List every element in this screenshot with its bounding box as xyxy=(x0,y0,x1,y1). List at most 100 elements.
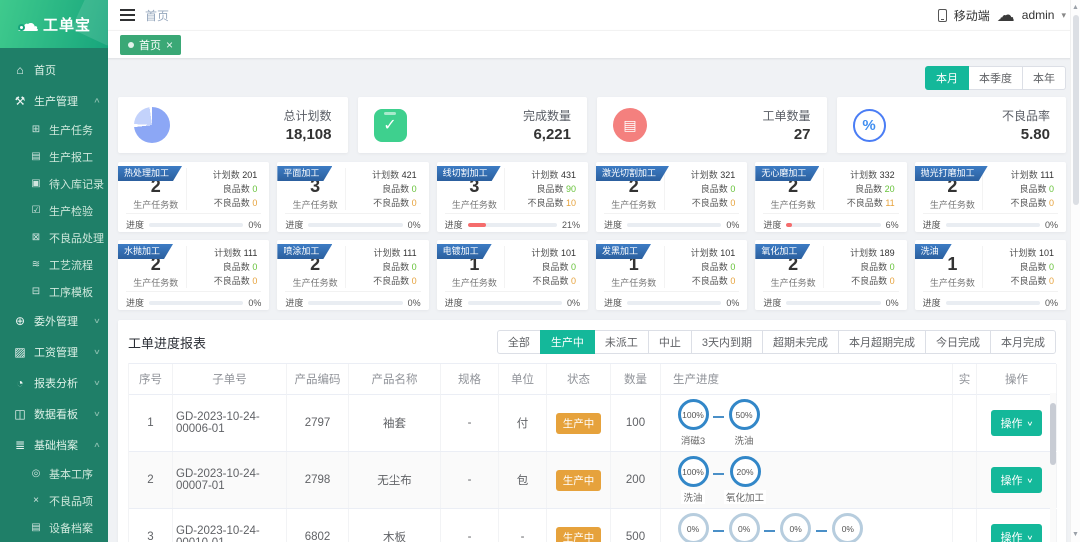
process-stat-line: 不良品数 0 xyxy=(665,275,736,289)
stat-line-label: 计划数 xyxy=(531,170,558,180)
progress-bar xyxy=(786,301,880,305)
sidebar-item-11[interactable]: ◔报表分析∨ xyxy=(0,367,108,398)
page-scrollbar[interactable]: ▲ ▼ xyxy=(1070,0,1080,542)
sidebar-item-1[interactable]: ⚒生产管理∧ xyxy=(0,85,108,116)
scroll-up-icon[interactable]: ▲ xyxy=(1072,0,1079,15)
cell-product_name: 木板 xyxy=(349,509,441,542)
process-stat-line: 良品数 0 xyxy=(665,183,736,197)
stat-line-value: 0 xyxy=(252,262,257,272)
period-button-2[interactable]: 本年 xyxy=(1022,66,1066,90)
filter-button-8[interactable]: 本月完成 xyxy=(990,330,1056,354)
cell-text: 2797 xyxy=(305,417,331,429)
step-label: 洗油 xyxy=(732,433,755,447)
tab-label: 首页 xyxy=(139,37,161,53)
sidebar-item-label: 设备档案 xyxy=(49,520,93,536)
cell-action: 操作∨ xyxy=(977,509,1057,542)
period-button-1[interactable]: 本季度 xyxy=(968,66,1023,90)
progress-label: 进度 xyxy=(126,218,144,231)
step-progress-circle: 0% xyxy=(729,513,760,542)
table-scrollbar-thumb[interactable] xyxy=(1050,403,1056,465)
page-scrollbar-thumb[interactable] xyxy=(1073,15,1079,205)
user-caret-icon[interactable]: ▾ xyxy=(1061,10,1066,21)
sidebar-item-4[interactable]: ▣待入库记录 xyxy=(0,170,108,197)
cell-steps: 100%消磁350%洗油 xyxy=(661,395,953,451)
process-name-ribbon: 激光切割加工 xyxy=(596,166,669,181)
stat-line-label: 不良品数 xyxy=(373,198,409,208)
sidebar-item-0[interactable]: ⌂首页 xyxy=(0,54,108,85)
mobile-phone-icon xyxy=(938,9,947,22)
stat-line-label: 不良品数 xyxy=(527,198,563,208)
progress-percent: 0% xyxy=(567,298,580,308)
sidebar-item-label: 生产管理 xyxy=(34,93,78,109)
sidebar-item-10[interactable]: ▨工资管理∨ xyxy=(0,336,108,367)
process-progress: 进度0% xyxy=(604,291,739,309)
process-stats-block: 计划数 321良品数 0不良品数 0 xyxy=(664,168,740,210)
process-stats-block: 计划数 189良品数 0不良品数 0 xyxy=(823,246,899,288)
sidebar-item-16[interactable]: ▤设备档案 xyxy=(0,514,108,541)
step-progress-circle: 50% xyxy=(729,399,760,430)
sidebar-item-12[interactable]: ◫数据看板∨ xyxy=(0,398,108,429)
stat-line-label: 计划数 xyxy=(373,248,400,258)
user-avatar-icon: ☁ xyxy=(997,6,1015,24)
stat-line-value: 0 xyxy=(730,184,735,194)
tab-home[interactable]: 首页 × xyxy=(120,35,181,55)
sidebar-item-6[interactable]: ⊠不良品处理 xyxy=(0,224,108,251)
row-action-button[interactable]: 操作∨ xyxy=(991,467,1043,493)
work-order-icon: ▤ xyxy=(613,108,647,142)
sidebar-item-7[interactable]: ≋工艺流程 xyxy=(0,251,108,278)
stat-line-label: 良品数 xyxy=(701,184,728,194)
period-button-0[interactable]: 本月 xyxy=(925,66,969,90)
stat-line-label: 计划数 xyxy=(850,170,877,180)
process-stat-line: 不良品数 0 xyxy=(983,275,1054,289)
sidebar-item-2[interactable]: ⊞生产任务 xyxy=(0,116,108,143)
stat-label: 工单数量 xyxy=(762,107,810,124)
filter-button-4[interactable]: 3天内到期 xyxy=(691,330,763,354)
step-percent: 0% xyxy=(687,524,699,534)
process-stat-line: 良品数 0 xyxy=(983,183,1054,197)
app-title: 工单宝 xyxy=(43,14,91,35)
sidebar-item-8[interactable]: ⊟工序模板 xyxy=(0,278,108,305)
process-stat-line: 不良品数 0 xyxy=(187,197,258,211)
progress-bar xyxy=(786,223,880,227)
sidebar-item-label: 待入库记录 xyxy=(49,176,104,192)
step-progress-circle: 20% xyxy=(730,456,761,487)
stat-line-value: 0 xyxy=(1049,184,1054,194)
scroll-down-icon[interactable]: ▼ xyxy=(1072,527,1079,542)
filter-button-1[interactable]: 生产中 xyxy=(540,330,595,354)
sidebar-item-13[interactable]: ≣基础档案∧ xyxy=(0,429,108,460)
filter-button-3[interactable]: 中止 xyxy=(648,330,692,354)
progress-percent: 6% xyxy=(886,220,899,230)
filter-button-6[interactable]: 本月超期完成 xyxy=(838,330,926,354)
process-stat-line: 不良品数 0 xyxy=(505,275,576,289)
hamburger-menu-icon[interactable] xyxy=(120,14,135,16)
user-menu[interactable]: admin xyxy=(1022,8,1055,22)
stat-line-value: 0 xyxy=(890,276,895,286)
stat-label: 总计划数 xyxy=(283,107,331,124)
process-cards-grid: 热处理加工2生产任务数计划数 201良品数 0不良品数 0进度0%平面加工3生产… xyxy=(118,162,1066,310)
row-action-button[interactable]: 操作∨ xyxy=(991,410,1043,436)
row-action-button[interactable]: 操作∨ xyxy=(991,524,1043,542)
process-stat-line: 计划数 201 xyxy=(187,169,258,183)
filter-button-5[interactable]: 超期未完成 xyxy=(762,330,839,354)
filter-button-2[interactable]: 未派工 xyxy=(594,330,649,354)
step-progress-circle: 0% xyxy=(780,513,811,542)
sidebar-item-14[interactable]: ◎基本工序 xyxy=(0,460,108,487)
tab-close-icon[interactable]: × xyxy=(166,39,173,51)
table-scrollbar[interactable] xyxy=(1050,393,1056,542)
check-icon: ✓ xyxy=(374,109,407,142)
filter-button-7[interactable]: 今日完成 xyxy=(925,330,991,354)
sidebar-item-5[interactable]: ☑生产检验 xyxy=(0,197,108,224)
filter-button-0[interactable]: 全部 xyxy=(497,330,541,354)
stat-line-label: 良品数 xyxy=(223,184,250,194)
stat-line-label: 不良品数 xyxy=(692,276,728,286)
sidebar-item-15[interactable]: ×不良品项 xyxy=(0,487,108,514)
sidebar-item-3[interactable]: ▤生产报工 xyxy=(0,143,108,170)
report-work-icon: ▤ xyxy=(30,151,42,162)
column-header-9: 实 xyxy=(953,364,977,395)
analysis-icon: ◔ xyxy=(13,376,27,390)
mobile-link[interactable]: 移动端 xyxy=(954,7,990,24)
cell-text: 木板 xyxy=(383,529,406,542)
sidebar-item-9[interactable]: ⊕委外管理∨ xyxy=(0,305,108,336)
stat-line-label: 良品数 xyxy=(541,262,568,272)
stat-line-value: 0 xyxy=(252,276,257,286)
